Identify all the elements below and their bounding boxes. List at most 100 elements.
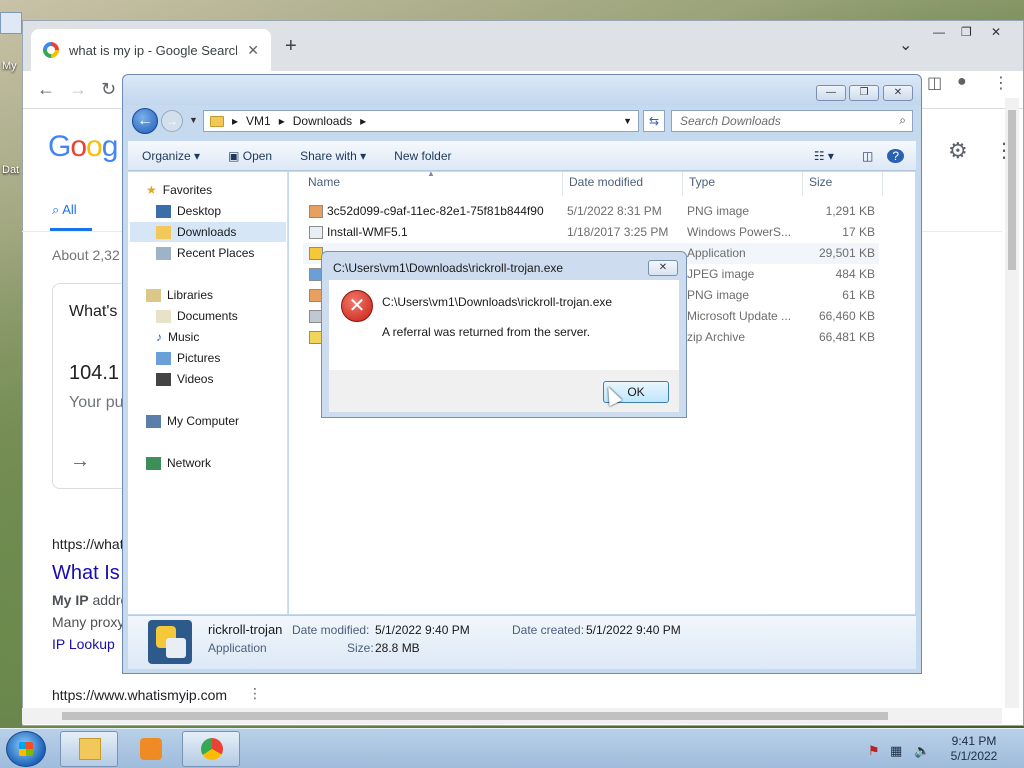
close-button[interactable]: ✕ — [991, 25, 1001, 39]
column-type[interactable]: Type — [689, 175, 715, 189]
nav-recent-places[interactable]: Recent Places — [156, 243, 254, 263]
maximize-button[interactable]: ❐ — [961, 25, 972, 39]
explorer-maximize-button[interactable]: ❐ — [849, 85, 879, 101]
computer-icon — [146, 414, 161, 428]
explorer-close-button[interactable]: ✕ — [883, 85, 913, 101]
nav-network[interactable]: Network — [146, 453, 211, 473]
start-button[interactable] — [6, 731, 46, 767]
tab-search-icon[interactable]: ⌄ — [899, 35, 912, 55]
tab-all[interactable]: ⌕ All — [52, 202, 77, 218]
minimize-button[interactable]: — — [933, 25, 945, 39]
new-tab-button[interactable]: + — [285, 35, 297, 58]
address-bar[interactable]: ▸ VM1 ▸ Downloads ▸ ▼ — [203, 110, 639, 132]
open-button[interactable]: ▣ Open — [214, 149, 286, 163]
preview-pane-icon[interactable]: ◫ — [848, 149, 887, 163]
result-url[interactable]: https://what — [52, 536, 124, 552]
breadcrumb-vm1[interactable]: VM1 — [246, 114, 271, 128]
column-separator[interactable] — [682, 172, 683, 196]
browser-tab[interactable]: what is my ip - Google Search ✕ — [31, 29, 271, 71]
explorer-minimize-button[interactable]: — — [816, 85, 846, 101]
refresh-icon[interactable]: ⇆ — [643, 110, 665, 132]
file-row[interactable]: Install-WMF5.1 1/18/2017 3:25 PM Windows P… — [303, 222, 879, 243]
navigation-pane: ★ Favorites Desktop Downloads Recent Plac… — [128, 172, 288, 614]
recent-pages-icon[interactable]: ▼ — [189, 115, 198, 125]
breadcrumb-separator-icon[interactable]: ▸ — [232, 114, 238, 128]
tab-close-icon[interactable]: ✕ — [247, 42, 259, 59]
nav-pictures[interactable]: Pictures — [156, 348, 220, 368]
nav-documents[interactable]: Documents — [156, 306, 238, 326]
chrome-menu-icon[interactable]: ⋮ — [993, 73, 1009, 93]
tab-title: what is my ip - Google Search — [69, 42, 238, 58]
error-dialog: C:\Users\vm1\Downloads\rickroll-trojan.e… — [321, 251, 687, 418]
google-logo[interactable]: Goog — [48, 130, 118, 164]
command-bar: Organize ▾ ▣ Open Share with ▾ New folde… — [128, 141, 916, 171]
dialog-file-path: C:\Users\vm1\Downloads\rickroll-trojan.e… — [382, 295, 613, 309]
taskbar-media-player-button[interactable] — [121, 731, 179, 767]
column-separator[interactable] — [802, 172, 803, 196]
details-date-created: 5/1/2022 9:40 PM — [586, 623, 681, 637]
application-icon — [148, 620, 192, 664]
dialog-title: C:\Users\vm1\Downloads\rickroll-trojan.e… — [333, 261, 564, 275]
action-center-icon[interactable]: ⚑ — [868, 743, 880, 759]
back-button[interactable]: ← — [132, 108, 158, 134]
reload-icon[interactable]: ↻ — [101, 79, 116, 100]
back-arrow-icon[interactable]: ← — [37, 79, 55, 100]
horizontal-scrollbar[interactable] — [22, 708, 1002, 724]
help-icon[interactable]: ? — [887, 148, 904, 163]
vertical-scroll-thumb[interactable] — [1008, 110, 1016, 270]
network-tray-icon[interactable]: ▦ — [890, 743, 902, 759]
details-size-label: Size: — [347, 641, 374, 655]
result-menu-icon[interactable]: ⋮ — [248, 685, 262, 702]
result-title-link[interactable]: What Is — [52, 562, 120, 585]
column-name[interactable]: Name — [308, 175, 340, 189]
dialog-close-button[interactable]: ✕ — [648, 260, 678, 276]
explorer-titlebar[interactable] — [123, 75, 921, 105]
forward-button[interactable]: → — [161, 110, 183, 132]
view-options-icon[interactable]: ☷ ▾ — [800, 149, 848, 163]
arrow-right-icon[interactable]: → — [70, 450, 90, 473]
organize-button[interactable]: Organize ▾ — [128, 149, 214, 163]
nav-desktop[interactable]: Desktop — [156, 201, 221, 221]
volume-icon[interactable]: 🔈 — [914, 743, 930, 759]
taskbar-chrome-button[interactable] — [182, 731, 240, 767]
breadcrumb-separator-icon[interactable]: ▸ — [279, 114, 285, 128]
nav-libraries[interactable]: Libraries — [146, 285, 213, 305]
nav-music[interactable]: ♪ Music — [156, 327, 199, 347]
file-row[interactable]: 3c52d099-c9af-11ec-82e1-75f81b844f90 5/1/… — [303, 201, 879, 222]
column-size[interactable]: Size — [809, 175, 832, 189]
system-clock[interactable]: 9:41 PM 5/1/2022 — [936, 734, 1012, 764]
nav-videos[interactable]: Videos — [156, 369, 213, 389]
chrome-icon — [201, 738, 223, 760]
settings-gear-icon[interactable]: ⚙ — [948, 138, 968, 164]
profile-avatar-icon[interactable]: ● — [957, 73, 967, 91]
search-input[interactable]: Search Downloads ⌕ — [671, 110, 913, 132]
details-date-created-label: Date created: — [512, 623, 585, 637]
search-icon[interactable]: ⌕ — [899, 113, 906, 128]
horizontal-scroll-thumb[interactable] — [62, 712, 888, 720]
taskbar-explorer-button[interactable] — [60, 731, 118, 767]
share-with-button[interactable]: Share with ▾ — [286, 149, 380, 163]
column-date-modified[interactable]: Date modified — [569, 175, 643, 189]
breadcrumb-separator-icon[interactable]: ▸ — [360, 114, 366, 128]
column-separator[interactable] — [562, 172, 563, 196]
details-size: 28.8 MB — [375, 641, 420, 655]
nav-my-computer[interactable]: My Computer — [146, 411, 239, 431]
side-panel-icon[interactable]: ◫ — [927, 73, 942, 93]
column-separator[interactable] — [882, 172, 883, 196]
desktop-icon — [156, 204, 171, 218]
taskbar: ⚑ ▦ 🔈 9:41 PM 5/1/2022 — [0, 728, 1024, 768]
result-url-2[interactable]: https://www.whatismyip.com — [52, 687, 227, 703]
dialog-body: ✕ C:\Users\vm1\Downloads\rickroll-trojan… — [329, 280, 679, 370]
address-dropdown-icon[interactable]: ▼ — [623, 116, 632, 126]
result-snippet-2: Many proxy — [52, 614, 125, 630]
nav-downloads[interactable]: Downloads — [130, 222, 286, 242]
desktop-icon-label: My — [2, 60, 17, 72]
details-file-type: Application — [208, 641, 267, 655]
breadcrumb-downloads[interactable]: Downloads — [293, 114, 352, 128]
new-folder-button[interactable]: New folder — [380, 149, 465, 163]
forward-arrow-icon[interactable]: → — [69, 79, 87, 100]
ip-lookup-link[interactable]: IP Lookup — [52, 636, 115, 652]
computer-desktop-icon[interactable] — [0, 12, 22, 34]
nav-favorites[interactable]: ★ Favorites — [146, 180, 212, 200]
vertical-scrollbar[interactable] — [1005, 98, 1019, 708]
